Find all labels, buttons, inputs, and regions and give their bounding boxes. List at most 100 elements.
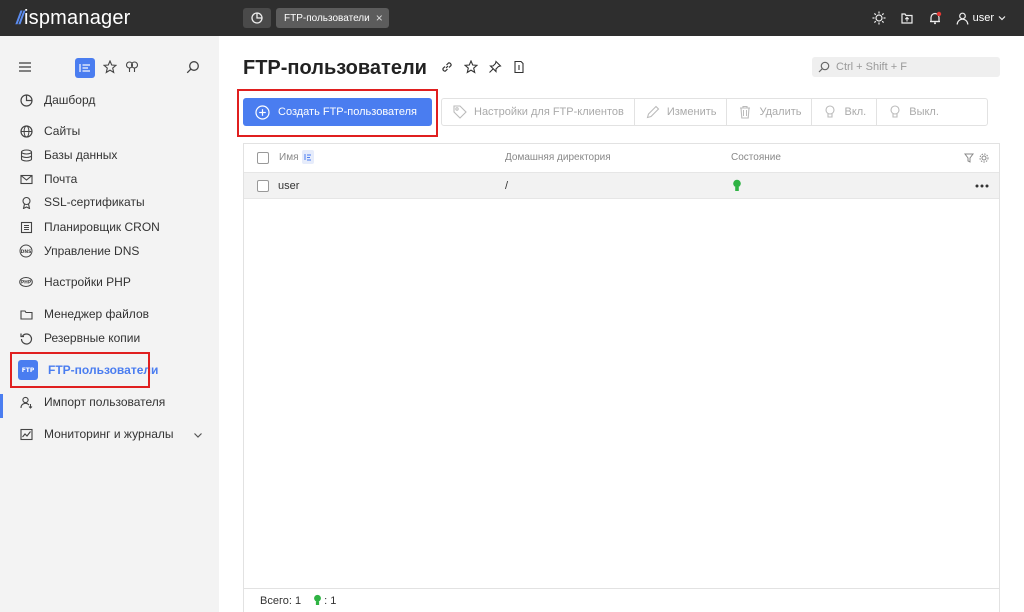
database-icon	[18, 147, 34, 163]
sidebar-item-mail[interactable]: Почта	[18, 169, 77, 189]
sidebar-item-databases[interactable]: Базы данных	[18, 145, 117, 165]
php-icon: PHP	[18, 274, 34, 290]
globe-icon	[18, 123, 34, 139]
sidebar-item-label: Сайты	[44, 124, 81, 138]
bulb-on-icon	[825, 105, 836, 118]
sidebar-item-cron[interactable]: Планировщик CRON	[18, 217, 160, 237]
monitoring-icon	[18, 426, 34, 442]
row-checkbox[interactable]	[257, 180, 269, 192]
upload-file-icon[interactable]	[900, 11, 914, 25]
table-row[interactable]: user /	[244, 172, 999, 199]
star-icon[interactable]	[103, 60, 117, 74]
ftp-client-settings-button[interactable]: Настройки для FTP-клиентов	[442, 99, 635, 125]
sidebar-item-sites[interactable]: Сайты	[18, 121, 80, 141]
sidebar-item-monitoring[interactable]: Мониторинг и журналы	[18, 424, 174, 444]
delete-button[interactable]: Удалить	[727, 99, 813, 125]
search-input[interactable]: Ctrl + Shift + F	[812, 57, 1000, 77]
disable-button[interactable]: Выкл.	[877, 99, 949, 125]
action-buttons: Настройки для FTP-клиентов Изменить Удал…	[441, 98, 988, 126]
filter-icon[interactable]	[964, 153, 974, 163]
dashboard-icon	[18, 92, 34, 108]
dns-icon: DNS	[18, 243, 34, 259]
sidebar-item-label: Менеджер файлов	[44, 307, 149, 321]
status-enabled-icon	[314, 594, 321, 605]
disable-label: Выкл.	[909, 106, 939, 118]
menu-icon[interactable]	[18, 60, 32, 74]
edit-label: Изменить	[666, 106, 717, 118]
search-icon[interactable]	[186, 60, 200, 74]
edit-button[interactable]: Изменить	[635, 99, 728, 125]
column-header-state[interactable]: Состояние	[731, 152, 781, 163]
list-view-button[interactable]	[75, 58, 95, 78]
create-ftp-user-button[interactable]: Создать FTP-пользователя	[243, 98, 432, 126]
sidebar-toolbar	[18, 58, 202, 78]
link-icon[interactable]	[440, 60, 454, 74]
list-icon	[79, 64, 90, 72]
user-icon	[956, 12, 968, 25]
enable-label: Вкл.	[844, 106, 867, 118]
column-header-home-dir[interactable]: Домашняя директория	[505, 152, 611, 163]
total-count: Всего: 1	[260, 594, 302, 607]
sidebar: Дашборд Сайты Базы данных Почта SSL-серт…	[0, 36, 219, 612]
logo-mark: //	[16, 7, 24, 28]
pencil-icon	[646, 105, 660, 119]
bulbs-icon[interactable]	[125, 60, 139, 74]
sidebar-item-php[interactable]: PHP Настройки PHP	[18, 272, 131, 292]
selection-highlight	[10, 352, 150, 388]
table-footer: Всего: 1 : 1	[243, 588, 1000, 612]
user-menu[interactable]: user	[956, 12, 1006, 25]
star-icon[interactable]	[464, 60, 478, 74]
select-all-checkbox[interactable]	[257, 152, 269, 164]
tag-icon	[453, 105, 467, 119]
title-actions	[440, 60, 526, 74]
cell-home-dir: /	[505, 180, 509, 192]
tab-ftp-users[interactable]: FTP-пользователи ×	[276, 8, 389, 28]
bulb-off-icon	[890, 105, 900, 118]
page-title: FTP-пользователи	[243, 57, 427, 79]
delete-label: Удалить	[759, 106, 802, 118]
table-header: Имя Домашняя директория Состояние	[244, 144, 999, 172]
folder-icon	[18, 306, 34, 322]
active-indicator	[0, 394, 3, 418]
dashboard-tab[interactable]	[243, 8, 271, 28]
more-actions-icon[interactable]	[975, 184, 989, 188]
notification-bell-icon[interactable]	[928, 11, 942, 25]
active-count: : 1	[313, 594, 336, 607]
sidebar-item-label: Базы данных	[44, 148, 118, 162]
sidebar-item-label: Мониторинг и журналы	[44, 427, 174, 441]
sidebar-item-ssl[interactable]: SSL-сертификаты	[18, 192, 145, 212]
ftp-users-table: Имя Домашняя директория Состояние user /	[243, 143, 1000, 612]
sidebar-item-label: Резервные копии	[44, 331, 141, 345]
import-user-icon	[18, 394, 34, 410]
svg-text:DNS: DNS	[21, 249, 32, 255]
settings-gear-icon[interactable]	[979, 153, 989, 163]
sidebar-item-dashboard[interactable]: Дашборд	[18, 90, 95, 110]
sidebar-item-label: Почта	[44, 172, 78, 186]
pin-icon[interactable]	[488, 60, 502, 74]
svg-text:PHP: PHP	[21, 280, 32, 286]
sidebar-item-label: Управление DNS	[44, 244, 140, 258]
app-logo[interactable]: // ispmanager	[16, 7, 131, 30]
close-icon[interactable]: ×	[376, 12, 383, 24]
chevron-down-icon	[998, 16, 1006, 21]
sidebar-item-file-manager[interactable]: Менеджер файлов	[18, 304, 149, 324]
sort-icon[interactable]	[302, 150, 314, 164]
sidebar-item-import-user[interactable]: Импорт пользователя	[18, 392, 165, 412]
document-icon[interactable]	[512, 60, 526, 74]
status-enabled-icon	[733, 179, 741, 191]
sidebar-item-label: Импорт пользователя	[44, 395, 166, 409]
search-placeholder: Ctrl + Shift + F	[836, 61, 907, 73]
toolbar: Создать FTP-пользователя Настройки для F…	[243, 98, 988, 126]
column-header-name[interactable]: Имя	[279, 152, 298, 163]
active-count-value: : 1	[324, 594, 337, 607]
chevron-down-icon[interactable]	[193, 430, 203, 440]
enable-button[interactable]: Вкл.	[812, 99, 878, 125]
sidebar-item-dns[interactable]: DNS Управление DNS	[18, 241, 139, 261]
theme-sun-icon[interactable]	[872, 11, 886, 25]
sidebar-item-backups[interactable]: Резервные копии	[18, 328, 140, 348]
cell-name: user	[278, 180, 300, 192]
tab-label: FTP-пользователи	[284, 12, 370, 24]
mail-icon	[18, 171, 34, 187]
pie-chart-icon	[251, 12, 263, 24]
top-bar: // ispmanager FTP-пользователи × user	[0, 0, 1024, 36]
